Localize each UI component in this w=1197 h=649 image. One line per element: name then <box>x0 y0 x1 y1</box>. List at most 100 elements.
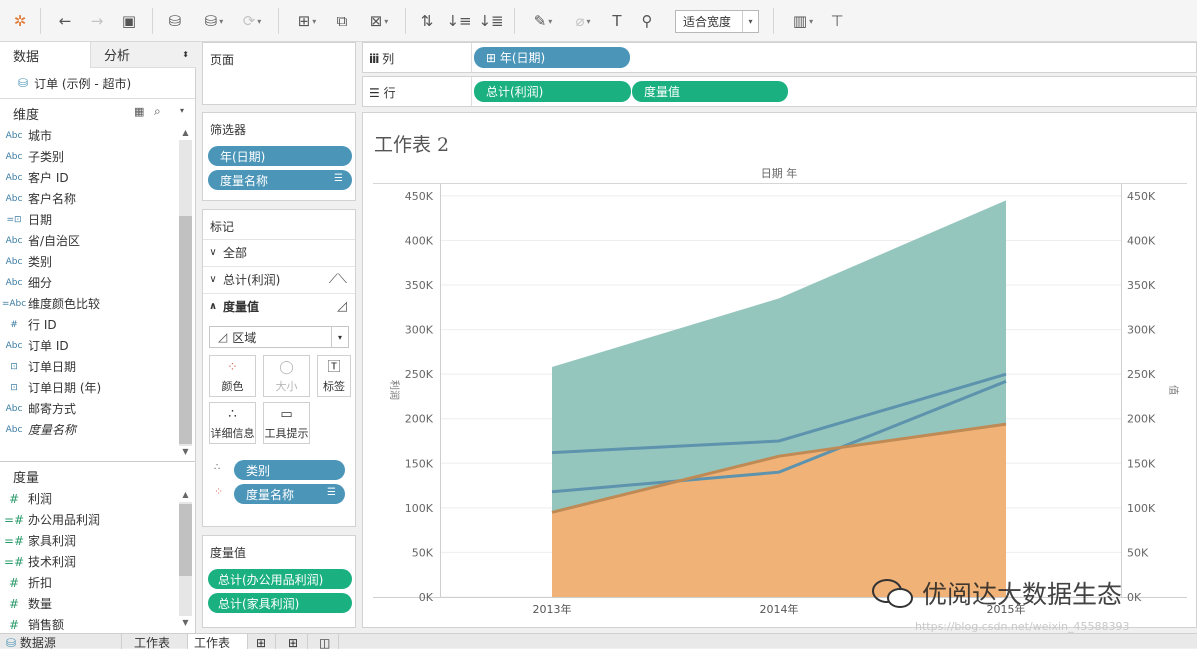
scroll-down-icon[interactable]: ▼ <box>179 618 192 627</box>
marks-row-profit[interactable]: ∨ 总计(利润) ⟋⟍ <box>203 266 355 292</box>
marks-pill-measure-names[interactable]: 度量名称 ☰ <box>234 484 345 504</box>
new-dashboard-icon[interactable]: ⊞ <box>282 634 308 649</box>
marks-pill-category[interactable]: 类别 <box>234 460 345 480</box>
dimension-field[interactable]: =Abc 维度颜色比较 <box>0 293 178 314</box>
filter-pill-measure-names[interactable]: 度量名称 ☰ <box>208 170 352 190</box>
measure-field[interactable]: =# 技术利润 <box>0 551 178 572</box>
tab-sheet2[interactable]: 工作表 2 <box>188 634 248 649</box>
row-pill-profit[interactable]: 总计(利润) <box>474 81 631 102</box>
dimensions-scrollbar[interactable] <box>179 140 192 446</box>
fit-width-select[interactable]: 适合宽度 ▾ <box>675 10 759 33</box>
rows-shelf[interactable]: ☰ 行 总计(利润) 度量值 <box>362 76 1197 107</box>
highlight-icon[interactable]: ✎ ▾ <box>526 10 560 32</box>
marks-row-measure-values[interactable]: ∧ 度量值 ◿ <box>203 293 355 319</box>
dimension-field[interactable]: Abc 类别 <box>0 251 178 272</box>
dimension-field-label: 子类别 <box>28 150 65 164</box>
filter-pill-year[interactable]: 年(日期) <box>208 146 352 166</box>
dimension-field[interactable]: # 行 ID <box>0 314 178 335</box>
measure-field[interactable]: # 数量 <box>0 593 178 614</box>
datasource-item[interactable]: ⛁ 订单 (示例 - 超市) <box>0 68 195 99</box>
measure-type-icon: =# <box>3 512 25 527</box>
row-pill-measure-values[interactable]: 度量值 <box>632 81 788 102</box>
scroll-up-icon[interactable]: ▲ <box>179 128 192 137</box>
group-members-icon[interactable]: ⌀ ▾ <box>566 10 600 32</box>
mark-type-select[interactable]: ◿ 区域 ▾ <box>209 326 349 348</box>
datasource-label: 订单 (示例 - 超市) <box>34 76 132 91</box>
measures-scrollbar[interactable] <box>179 502 192 616</box>
dimension-field[interactable]: Abc 细分 <box>0 272 178 293</box>
columns-icon: iii <box>369 52 379 66</box>
redo-icon[interactable]: → <box>86 10 108 32</box>
new-datasource-icon[interactable]: ⛁ <box>164 10 186 32</box>
tab-sheet1[interactable]: 工作表 1 <box>128 634 188 649</box>
show-me-icon[interactable]: ▥ ▾ <box>785 10 821 32</box>
measure-value-pill-furniture[interactable]: 总计(家具利润) <box>208 593 352 613</box>
tab-data[interactable]: 数据 <box>0 42 91 68</box>
color-button[interactable]: ⁘ 颜色 <box>209 355 256 397</box>
dimension-field[interactable]: Abc 客户 ID <box>0 167 178 188</box>
chevron-down-icon: ∨ <box>209 247 217 258</box>
dimension-field[interactable]: Abc 度量名称 <box>0 419 178 440</box>
measure-field[interactable]: # 利润 <box>0 488 178 509</box>
undo-icon[interactable]: ← <box>54 10 76 32</box>
dimension-field[interactable]: Abc 客户名称 <box>0 188 178 209</box>
right-axis-title: 值 <box>1167 385 1180 395</box>
toolbar-divider <box>152 8 153 34</box>
marks-row-all[interactable]: ∨ 全部 <box>203 239 355 265</box>
sort-descending-icon[interactable]: ↓≣ <box>478 10 503 32</box>
new-worksheet-icon[interactable]: ⊞ <box>250 634 276 649</box>
measure-value-pill-office[interactable]: 总计(办公用品利润) <box>208 569 352 589</box>
dimension-field[interactable]: Abc 订单 ID <box>0 335 178 356</box>
tab-analysis[interactable]: 分析 ⬍ <box>91 42 196 68</box>
scroll-down-icon[interactable]: ▼ <box>179 447 192 456</box>
search-icon[interactable]: ⌕ <box>154 104 161 119</box>
dimension-field[interactable]: ⊡ 订单日期 (年) <box>0 377 178 398</box>
duplicate-sheet-icon[interactable]: ⧉ <box>331 10 353 32</box>
detail-button[interactable]: ∴ 详细信息 <box>209 402 256 444</box>
sort-ascending-icon[interactable]: ↓≡ <box>446 10 471 32</box>
tab-datasource[interactable]: ⛁ 数据源 <box>0 634 122 649</box>
tableau-logo-icon[interactable]: ✲ <box>9 10 31 32</box>
new-story-icon[interactable]: ◫ <box>313 634 339 649</box>
chevron-down-icon[interactable]: ▾ <box>180 106 184 115</box>
scroll-thumb[interactable] <box>179 216 192 444</box>
columns-shelf[interactable]: iii 列 ⊞ 年(日期) <box>362 42 1197 73</box>
clear-sheet-icon[interactable]: ⊠ ▾ <box>361 10 397 32</box>
area-mark-icon: ◿ <box>218 330 228 344</box>
fix-axes-icon[interactable]: ⚲ <box>636 10 658 32</box>
view-toggle-icon[interactable]: ▦ <box>134 105 144 118</box>
dimension-field[interactable]: ⊡ 订单日期 <box>0 356 178 377</box>
dimension-field[interactable]: Abc 邮寄方式 <box>0 398 178 419</box>
size-button[interactable]: ◯ 大小 <box>263 355 310 397</box>
presentation-mode-icon[interactable]: ⊤ <box>826 10 848 32</box>
measures-title: 度量 <box>13 471 40 486</box>
measure-field[interactable]: =# 家具利润 <box>0 530 178 551</box>
dimension-field[interactable]: Abc 城市 <box>0 125 178 146</box>
scroll-thumb[interactable] <box>179 504 192 576</box>
pages-card[interactable]: 页面 <box>202 42 356 105</box>
measure-field[interactable]: # 销售额 <box>0 614 178 635</box>
watermark-url: https://blog.csdn.net/weixin_45588393 <box>915 620 1130 633</box>
dimension-field[interactable]: Abc 子类别 <box>0 146 178 167</box>
swap-rows-columns-icon[interactable]: ⇅ <box>416 10 438 32</box>
refresh-icon[interactable]: ⟳ ▾ <box>234 10 270 32</box>
fit-width-label: 适合宽度 <box>683 15 732 29</box>
measure-values-card[interactable]: 度量值 总计(办公用品利润) 总计(家具利润) <box>202 535 356 628</box>
tooltip-button[interactable]: ▭ 工具提示 <box>263 402 310 444</box>
new-sheet-icon[interactable]: ⊞ ▾ <box>289 10 325 32</box>
scroll-up-icon[interactable]: ▲ <box>179 490 192 499</box>
area-chart[interactable]: 日期 年 0K 0K 50K 50K 100K 100K 150K 150K 200K 200K 2… <box>363 113 1196 627</box>
label-button[interactable]: 🅃 标签 <box>317 355 351 397</box>
watermark: 优阅达大数据生态 <box>870 574 1122 612</box>
y-tick-label-right: 50K <box>1127 546 1149 559</box>
pause-updates-icon[interactable]: ⛁ ▾ <box>196 10 232 32</box>
measure-field[interactable]: =# 办公用品利润 <box>0 509 178 530</box>
column-pill-year[interactable]: ⊞ 年(日期) <box>474 47 630 68</box>
save-icon[interactable]: ▣ <box>118 10 140 32</box>
dimension-field[interactable]: Abc 省/自治区 <box>0 230 178 251</box>
filters-card[interactable]: 筛选器 年(日期) 度量名称 ☰ <box>202 112 356 201</box>
dimension-field[interactable]: =⊡ 日期 <box>0 209 178 230</box>
show-mark-labels-icon[interactable]: T <box>606 10 628 32</box>
measure-field[interactable]: # 折扣 <box>0 572 178 593</box>
filter-pill-label: 度量名称 <box>220 173 269 188</box>
